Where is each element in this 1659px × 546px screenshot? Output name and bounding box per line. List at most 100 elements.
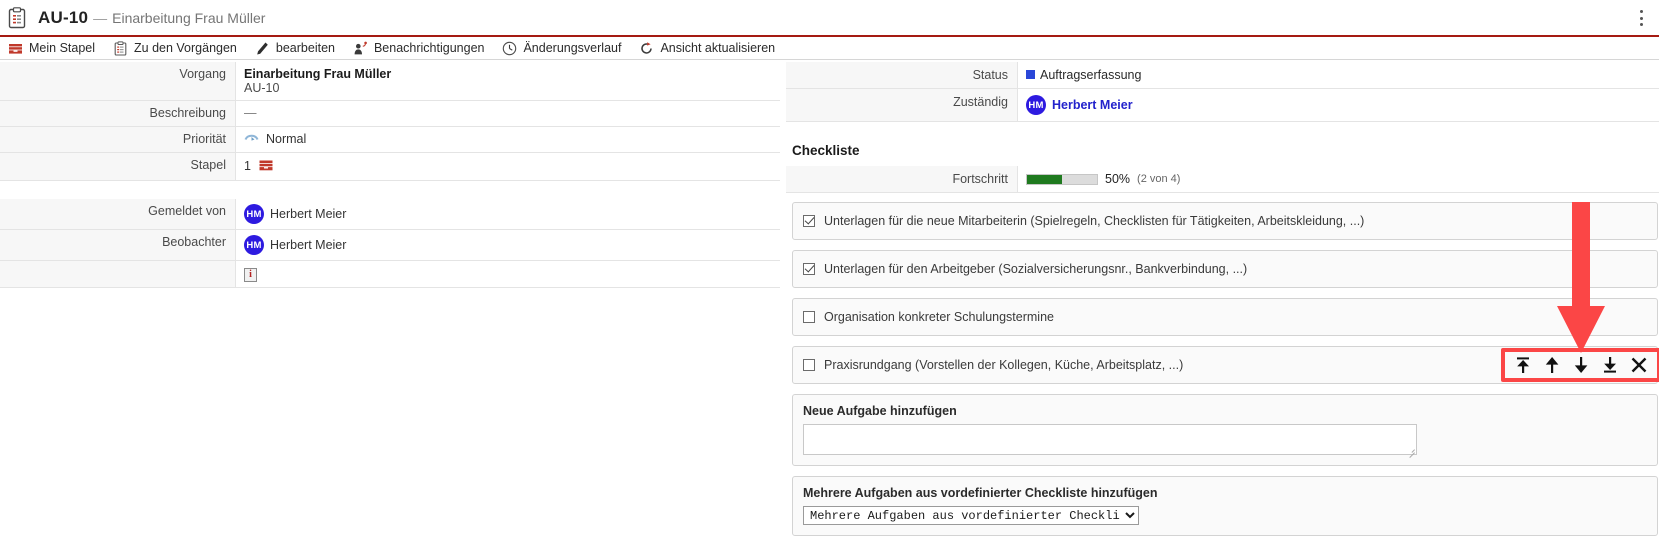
issue-summary: Einarbeitung Frau Müller <box>112 10 265 26</box>
field-value: 1 <box>236 153 780 180</box>
status-color-dot <box>1026 70 1035 79</box>
toolbar-item-ansicht-aktualisieren[interactable]: Ansicht aktualisieren <box>630 37 784 59</box>
field-row-zustaendig: Zuständig HM Herbert Meier <box>786 89 1659 122</box>
kebab-menu-icon[interactable] <box>1633 9 1649 27</box>
field-label: Vorgang <box>0 62 236 100</box>
priority-normal-icon <box>244 132 259 146</box>
toolbar-item-aenderungsverlauf[interactable]: Änderungsverlauf <box>493 37 630 59</box>
checklist-item[interactable]: Unterlagen für die neue Mitarbeiterin (S… <box>792 202 1658 240</box>
field-value: Einarbeitung Frau Müller AU-10 <box>236 62 780 100</box>
vorgang-title: Einarbeitung Frau Müller <box>244 67 780 81</box>
toolbar-item-label: Zu den Vorgängen <box>134 41 237 55</box>
field-label: Stapel <box>0 153 236 180</box>
checklist-section-title: Checkliste <box>792 143 1659 158</box>
field-value: Normal <box>236 127 780 152</box>
field-value: i <box>236 261 780 287</box>
person-chip[interactable]: HM Herbert Meier <box>1026 95 1133 115</box>
toolbar-item-mein-stapel[interactable]: Mein Stapel <box>0 37 104 59</box>
status-badge: Auftragserfassung <box>1040 68 1141 82</box>
field-row-beschreibung: Beschreibung — <box>0 101 780 127</box>
field-row-fortschritt: Fortschritt 50% (2 von 4) <box>786 166 1659 193</box>
field-row-beobachter: Beobachter HM Herbert Meier <box>0 230 780 261</box>
field-label: Gemeldet von <box>0 199 236 229</box>
toolbar: Mein Stapel Zu den Vorgängen bearbeiten <box>0 35 1659 60</box>
predefined-checklist-label: Mehrere Aufgaben aus vordefinierter Chec… <box>803 486 1647 500</box>
title-bar: AU-10 — Einarbeitung Frau Müller <box>0 0 1659 35</box>
predefined-checklist-select[interactable]: Mehrere Aufgaben aus vordefinierter Chec… <box>803 506 1139 525</box>
checklist-item-hovered[interactable]: Praxisrundgang (Vorstellen der Kollegen,… <box>792 346 1658 384</box>
field-spacer <box>0 181 780 199</box>
predefined-checklist-panel: Mehrere Aufgaben aus vordefinierter Chec… <box>792 476 1658 536</box>
field-label: Priorität <box>0 127 236 152</box>
stapel-count: 1 <box>244 159 251 173</box>
move-up-icon[interactable] <box>1542 355 1562 375</box>
person-chip[interactable]: HM Herbert Meier <box>244 235 346 255</box>
progress-bar-fill <box>1027 175 1062 184</box>
checklist-item-label: Unterlagen für den Arbeitgeber (Sozialve… <box>824 262 1247 276</box>
new-task-label: Neue Aufgabe hinzufügen <box>803 404 1647 418</box>
title-separator: — <box>93 10 107 26</box>
toolbar-item-bearbeiten[interactable]: bearbeiten <box>246 37 344 59</box>
issue-key: AU-10 <box>38 8 88 28</box>
person-name: Herbert Meier <box>270 238 346 252</box>
field-row-vorgang: Vorgang Einarbeitung Frau Müller AU-10 <box>0 62 780 101</box>
pencil-icon <box>255 41 270 56</box>
toolbar-item-label: bearbeiten <box>276 41 335 55</box>
checklist-items: Unterlagen für die neue Mitarbeiterin (S… <box>786 202 1659 384</box>
info-badge-icon[interactable]: i <box>244 268 257 282</box>
field-row-gemeldet-von: Gemeldet von HM Herbert Meier <box>0 199 780 230</box>
field-value: 50% (2 von 4) <box>1018 166 1659 192</box>
checkbox-unchecked-icon[interactable] <box>803 311 815 323</box>
clipboard-icon <box>8 7 26 29</box>
move-down-icon[interactable] <box>1571 355 1591 375</box>
priority-label: Normal <box>266 132 306 146</box>
field-row-info: i <box>0 261 780 288</box>
progress-fraction: (2 von 4) <box>1137 173 1180 185</box>
field-value: HM Herbert Meier <box>236 199 780 229</box>
refresh-icon <box>639 41 654 56</box>
person-name: Herbert Meier <box>1052 98 1133 112</box>
stack-icon <box>259 158 273 175</box>
checklist-item-label: Organisation konkreter Schulungstermine <box>824 310 1054 324</box>
checkbox-unchecked-icon[interactable] <box>803 359 815 371</box>
avatar: HM <box>244 235 264 255</box>
field-value: — <box>236 101 780 126</box>
checklist-item-label: Praxisrundgang (Vorstellen der Kollegen,… <box>824 358 1183 372</box>
toolbar-item-benachrichtigungen[interactable]: Benachrichtigungen <box>344 37 494 59</box>
field-value: Auftragserfassung <box>1018 62 1659 88</box>
field-label: Status <box>786 62 1018 88</box>
field-row-prioritaet: Priorität Normal <box>0 127 780 153</box>
clipboard-icon <box>113 41 128 56</box>
checklist-item[interactable]: Unterlagen für den Arbeitgeber (Sozialve… <box>792 250 1658 288</box>
issue-fields-right: Status Auftragserfassung Zuständig HM He… <box>786 62 1659 546</box>
checklist-item[interactable]: Organisation konkreter Schulungstermine <box>792 298 1658 336</box>
toolbar-item-label: Änderungsverlauf <box>523 41 621 55</box>
bell-person-icon <box>353 41 368 56</box>
clock-icon <box>502 41 517 56</box>
move-to-bottom-icon[interactable] <box>1600 355 1620 375</box>
field-row-stapel: Stapel 1 <box>0 153 780 181</box>
field-label <box>0 261 236 287</box>
checkbox-checked-icon[interactable] <box>803 215 815 227</box>
field-label: Beschreibung <box>0 101 236 126</box>
move-to-top-icon[interactable] <box>1513 355 1533 375</box>
field-label: Zuständig <box>786 89 1018 121</box>
toolbar-item-zu-den-vorgaengen[interactable]: Zu den Vorgängen <box>104 37 246 59</box>
checklist-item-label: Unterlagen für die neue Mitarbeiterin (S… <box>824 214 1364 228</box>
avatar: HM <box>244 204 264 224</box>
stack-icon <box>8 41 23 56</box>
progress-bar <box>1026 174 1098 185</box>
field-label: Beobachter <box>0 230 236 260</box>
checkbox-checked-icon[interactable] <box>803 263 815 275</box>
toolbar-item-label: Ansicht aktualisieren <box>660 41 775 55</box>
person-name: Herbert Meier <box>270 207 346 221</box>
field-row-status: Status Auftragserfassung <box>786 62 1659 89</box>
delete-icon[interactable] <box>1629 355 1649 375</box>
new-task-input[interactable] <box>803 424 1417 455</box>
field-label: Fortschritt <box>786 166 1018 192</box>
person-chip[interactable]: HM Herbert Meier <box>244 204 346 224</box>
checklist-item-actions <box>1507 353 1655 377</box>
issue-fields-left: Vorgang Einarbeitung Frau Müller AU-10 B… <box>0 62 780 288</box>
progress-percent: 50% <box>1105 172 1130 186</box>
field-value: HM Herbert Meier <box>236 230 780 260</box>
